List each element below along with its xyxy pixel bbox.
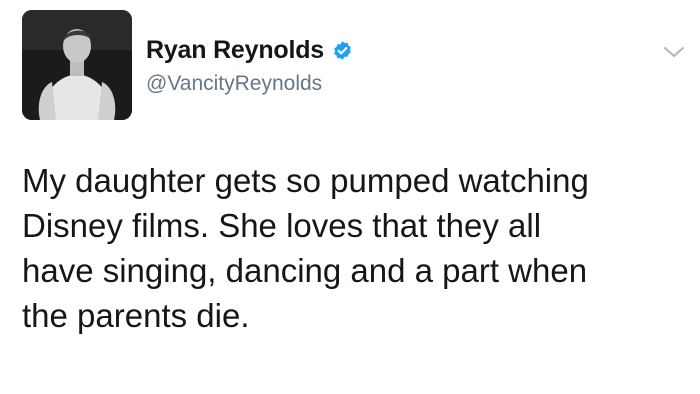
avatar[interactable] [22, 10, 132, 120]
author-name-row: Ryan Reynolds [146, 34, 353, 66]
profile-photo [22, 10, 132, 120]
tweet-card: Ryan Reynolds @VancityReynolds My daught… [0, 0, 700, 394]
chevron-down-icon[interactable] [662, 44, 686, 60]
author-handle[interactable]: @VancityReynolds [146, 72, 322, 96]
tweet-text: My daughter gets so pumped watching Disn… [22, 162, 589, 334]
verified-badge-icon [332, 40, 353, 61]
display-name[interactable]: Ryan Reynolds [146, 36, 324, 65]
